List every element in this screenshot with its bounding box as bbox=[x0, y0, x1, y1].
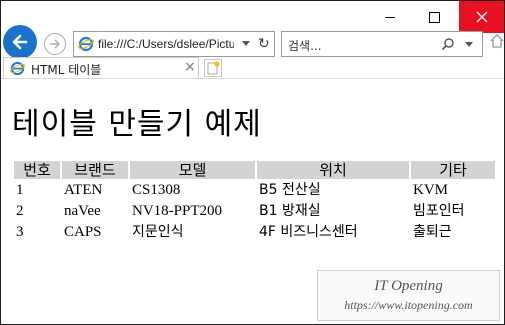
table-row: 1 ATEN CS1308 B5 전산실 KVM bbox=[14, 181, 495, 200]
table-cell: 출퇴근 bbox=[413, 224, 452, 240]
table-cell: 3 bbox=[16, 224, 24, 240]
search-dropdown-icon[interactable] bbox=[465, 42, 473, 47]
ie-icon bbox=[78, 36, 94, 52]
new-tab-button[interactable] bbox=[204, 59, 222, 77]
navigation-bar: file:///C:/Users/dslee/Pictu ↻ 검색... bbox=[1, 23, 504, 59]
table-cell: 지문인식 bbox=[132, 224, 184, 240]
column-header-brand: 브랜드 bbox=[62, 161, 128, 179]
table-cell: CAPS bbox=[64, 224, 102, 240]
table-row: 3 CAPS 지문인식 4F 비즈니스센터 출퇴근 bbox=[14, 223, 495, 242]
table-cell: 1 bbox=[16, 182, 24, 198]
table-cell: CS1308 bbox=[132, 182, 181, 198]
refresh-icon[interactable]: ↻ bbox=[258, 35, 270, 53]
watermark-url: https://www.itopening.com bbox=[344, 298, 473, 312]
column-header-location: 위치 bbox=[257, 161, 409, 179]
tab-close-icon[interactable]: × bbox=[184, 59, 196, 75]
search-icon[interactable] bbox=[441, 37, 455, 51]
back-button[interactable] bbox=[3, 25, 37, 59]
new-tab-icon bbox=[207, 61, 220, 75]
address-bar[interactable]: file:///C:/Users/dslee/Pictu ↻ bbox=[73, 31, 275, 57]
table-header-row: 번호 브랜드 모델 위치 기타 bbox=[14, 161, 495, 179]
table-cell: KVM bbox=[413, 182, 449, 198]
home-icon[interactable] bbox=[489, 33, 505, 49]
table-cell: ATEN bbox=[64, 182, 103, 198]
table-row: 2 naVee NV18-PPT200 B1 방재실 빔포인터 bbox=[14, 202, 495, 221]
table-cell: B1 방재실 bbox=[259, 203, 321, 219]
ie-icon bbox=[10, 61, 25, 76]
page-heading: 테이블 만들기 예제 bbox=[12, 107, 262, 142]
watermark-title: IT Opening bbox=[374, 278, 443, 294]
tab-html-table[interactable]: HTML 테이블 × bbox=[3, 57, 199, 79]
data-table: 번호 브랜드 모델 위치 기타 1 ATEN CS1308 B5 전산실 KVM… bbox=[12, 159, 497, 244]
column-header-etc: 기타 bbox=[411, 161, 495, 179]
table-cell: 빔포인터 bbox=[413, 203, 465, 219]
search-box[interactable]: 검색... bbox=[281, 31, 483, 57]
tab-strip: HTML 테이블 × bbox=[1, 57, 504, 79]
column-header-model: 모델 bbox=[130, 161, 255, 179]
back-arrow-icon bbox=[12, 34, 28, 50]
page-content: 테이블 만들기 예제 번호 브랜드 모델 위치 기타 1 ATEN CS1308… bbox=[1, 79, 504, 324]
column-header-number: 번호 bbox=[14, 161, 60, 179]
tab-title: HTML 테이블 bbox=[31, 63, 102, 77]
watermark: IT Opening https://www.itopening.com bbox=[317, 270, 500, 321]
maximize-icon bbox=[429, 11, 440, 23]
table-cell: B5 전산실 bbox=[259, 182, 321, 198]
table-cell: NV18-PPT200 bbox=[132, 203, 223, 219]
table-cell: naVee bbox=[64, 203, 101, 219]
minimize-icon bbox=[384, 16, 395, 18]
table-cell: 4F 비즈니스센터 bbox=[259, 224, 358, 240]
address-url: file:///C:/Users/dslee/Pictu bbox=[98, 37, 234, 51]
forward-arrow-icon bbox=[50, 39, 60, 49]
table-cell: 2 bbox=[16, 203, 24, 219]
close-icon bbox=[476, 11, 487, 23]
search-placeholder: 검색... bbox=[288, 39, 322, 53]
forward-button[interactable] bbox=[44, 33, 66, 55]
address-dropdown-icon[interactable] bbox=[242, 41, 250, 46]
